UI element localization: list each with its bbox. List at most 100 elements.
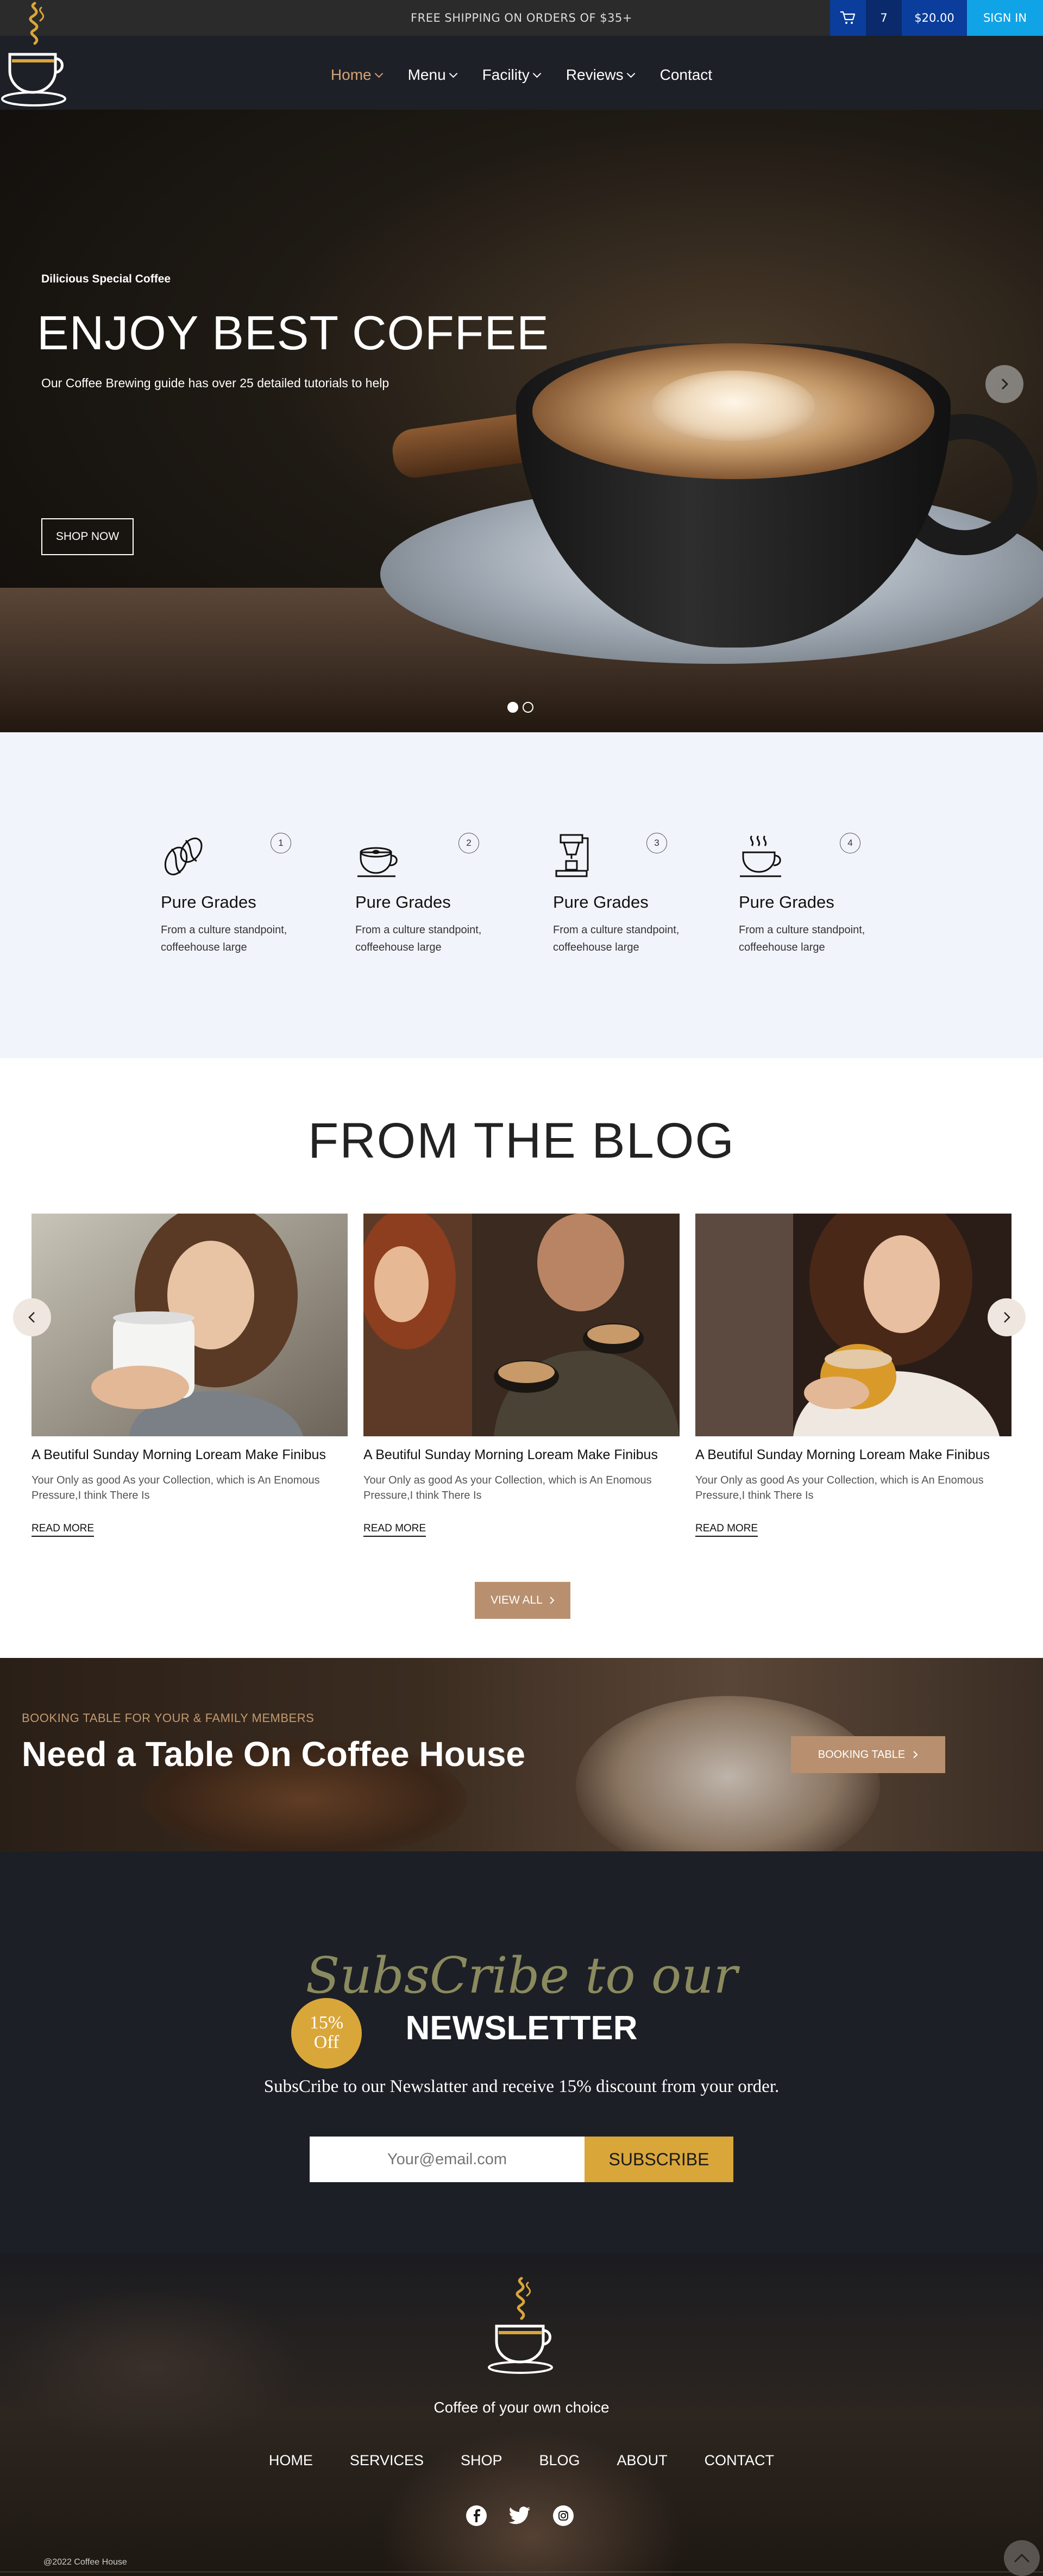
coffee-beans-icon (164, 837, 203, 876)
hero-description: Our Coffee Brewing guide has over 25 det… (41, 376, 389, 390)
shop-now-button[interactable]: SHOP NOW (41, 518, 134, 555)
blog-card-title[interactable]: A Beutiful Sunday Morning Loream Make Fi… (32, 1447, 348, 1463)
twitter-link[interactable] (508, 2504, 531, 2527)
hero-subtitle: Dilicious Special Coffee (41, 273, 171, 285)
blog-card: A Beutiful Sunday Morning Loream Make Fi… (695, 1214, 1011, 1537)
blog-image[interactable] (363, 1214, 680, 1436)
instagram-link[interactable] (552, 2504, 575, 2527)
blog-image[interactable] (32, 1214, 348, 1436)
subscribe-button[interactable]: SUBSCRIBE (585, 2137, 733, 2182)
footer-link-about[interactable]: ABOUT (617, 2452, 668, 2469)
slider-next-button[interactable] (985, 365, 1023, 403)
nav-label: Reviews (566, 66, 624, 83)
footer-link-contact[interactable]: CONTACT (705, 2452, 775, 2469)
feature-title: Pure Grades (739, 893, 834, 912)
footer-link-home[interactable]: HOME (269, 2452, 313, 2469)
instagram-icon (553, 2505, 574, 2526)
main-nav: Home Menu Facility Reviews Contact (0, 36, 1043, 110)
read-more-link[interactable]: READ MORE (363, 1523, 426, 1537)
newsletter-heading: NEWSLETTER (405, 2009, 638, 2047)
nav-item-menu[interactable]: Menu (407, 66, 457, 84)
blog-card-title[interactable]: A Beutiful Sunday Morning Loream Make Fi… (695, 1447, 1011, 1463)
woman-drinking-coffee-photo (32, 1214, 348, 1436)
chevron-right-icon (1001, 378, 1009, 390)
hero-slider: Dilicious Special Coffee ENJOY BEST COFF… (0, 110, 1043, 732)
footer-logo[interactable] (485, 2276, 558, 2374)
view-all-label: VIEW ALL (491, 1594, 543, 1606)
cart-count[interactable]: 7 (866, 0, 902, 36)
booking-table-button[interactable]: BOOKING TABLE (791, 1736, 945, 1773)
woman-holding-latte-photo (695, 1214, 1011, 1436)
blog-card-title[interactable]: A Beutiful Sunday Morning Loream Make Fi… (363, 1447, 680, 1463)
blog-image[interactable] (695, 1214, 1011, 1436)
scroll-to-top-button[interactable] (1004, 2540, 1040, 2576)
booking-subtitle: BOOKING TABLE FOR YOUR & FAMILY MEMBERS (22, 1711, 315, 1725)
nav-label: Menu (407, 66, 446, 83)
blog-card-desc: Your Only as good As your Collection, wh… (363, 1474, 652, 1501)
newsletter-section: SubsCribe to our NEWSLETTER 15% Off Subs… (0, 1851, 1043, 2253)
chevron-down-icon (532, 69, 542, 78)
top-bar: FREE SHIPPING ON ORDERS OF $35+ 7 $20.00… (0, 0, 1043, 36)
read-more-link[interactable]: READ MORE (32, 1523, 95, 1537)
social-links (465, 2504, 575, 2527)
slider-dot[interactable] (523, 702, 533, 713)
email-input[interactable] (310, 2137, 585, 2182)
chevron-up-icon (1014, 2553, 1030, 2563)
feature-text: From a culture standpoint, coffeehouse l… (355, 924, 482, 953)
blog-prev-button[interactable] (13, 1298, 51, 1336)
newsletter-script-heading: SubsCribe to our (305, 1946, 738, 2005)
twitter-icon (508, 2506, 531, 2524)
blog-section: FROM THE BLOG A Beutiful Sunday Morning … (0, 1058, 1043, 1658)
blog-card-desc: Your Only as good As your Collection, wh… (32, 1474, 320, 1501)
facebook-link[interactable] (465, 2504, 488, 2527)
footer-background-blur (380, 2427, 684, 2576)
cart-button[interactable] (830, 0, 866, 36)
blog-card-desc: Your Only as good As your Collection, wh… (695, 1474, 984, 1501)
booking-banner: BOOKING TABLE FOR YOUR & FAMILY MEMBERS … (0, 1658, 1043, 1851)
couple-with-coffee-photo (363, 1214, 680, 1436)
cart-total[interactable]: $20.00 (902, 0, 967, 36)
read-more-link[interactable]: READ MORE (695, 1523, 758, 1537)
nav-label: Home (330, 66, 372, 83)
copyright: @2022 Coffee House (43, 2558, 127, 2567)
footer-nav: HOME SERVICES SHOP BLOG ABOUT CONTACT (0, 2452, 1043, 2469)
discount-percent: 15% (309, 2013, 344, 2033)
nav-item-facility[interactable]: Facility (482, 66, 542, 84)
coffee-cup-background (576, 1696, 880, 1851)
slider-dot[interactable] (507, 702, 518, 713)
chevron-left-icon (28, 1312, 35, 1323)
hot-cup-icon (740, 835, 781, 877)
nav-label: Facility (482, 66, 530, 83)
chevron-right-icon (1004, 1312, 1010, 1323)
latte-cup-icon (357, 847, 398, 877)
coffee-machine-icon (555, 834, 589, 877)
chevron-down-icon (626, 69, 635, 78)
feature-number: 3 (646, 833, 667, 853)
chevron-right-icon (550, 1597, 555, 1604)
booking-button-label: BOOKING TABLE (818, 1748, 906, 1761)
nav-item-home[interactable]: Home (330, 66, 383, 84)
footer-link-shop[interactable]: SHOP (461, 2452, 502, 2469)
nav-menu: Home Menu Facility Reviews Contact (0, 66, 1043, 84)
newsletter-description: SubsCribe to our Newslatter and receive … (263, 2077, 780, 2096)
blog-card: A Beutiful Sunday Morning Loream Make Fi… (32, 1214, 348, 1537)
sign-in-button[interactable]: SIGN IN (967, 0, 1043, 36)
nav-item-reviews[interactable]: Reviews (566, 66, 635, 84)
blog-next-button[interactable] (988, 1298, 1026, 1336)
feature-number: 1 (271, 833, 291, 853)
view-all-button[interactable]: VIEW ALL (475, 1582, 570, 1619)
coffee-house-logo[interactable] (0, 0, 71, 109)
footer-background-blur (0, 2286, 304, 2449)
slider-dots (507, 702, 533, 713)
feature-title: Pure Grades (161, 893, 256, 912)
feature-number: 2 (458, 833, 479, 853)
cart-icon (840, 11, 856, 24)
nav-item-contact[interactable]: Contact (660, 66, 713, 84)
footer-tagline: Coffee of your own choice (433, 2399, 610, 2416)
footer-link-blog[interactable]: BLOG (539, 2452, 580, 2469)
features-section: 1 Pure Grades From a culture standpoint,… (0, 732, 1043, 1058)
discount-badge: 15% Off (291, 1998, 362, 2069)
hero-latte-art (652, 370, 815, 441)
footer: Coffee of your own choice HOME SERVICES … (0, 2253, 1043, 2576)
footer-link-services[interactable]: SERVICES (350, 2452, 424, 2469)
